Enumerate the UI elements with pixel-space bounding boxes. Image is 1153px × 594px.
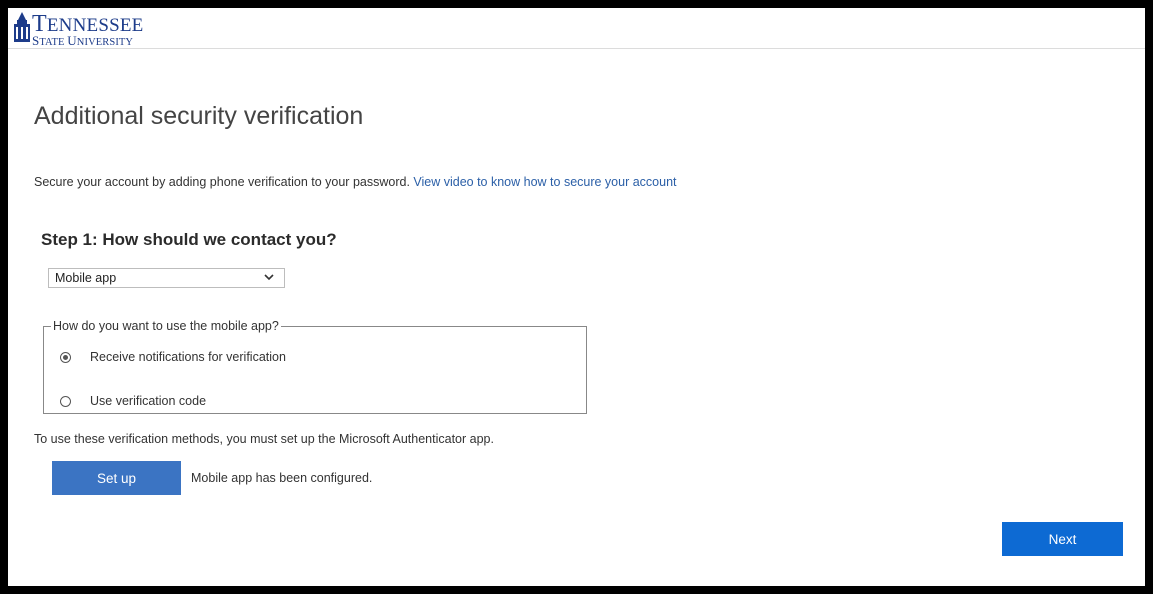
university-logo[interactable]: TENNESSEE STATE UNIVERSITY [14, 12, 143, 48]
contact-method-select[interactable]: Mobile app [48, 268, 285, 288]
tower-icon [14, 12, 30, 42]
radio-receive-notifications[interactable]: Receive notifications for verification [60, 349, 286, 365]
configuration-status: Mobile app has been configured. [191, 471, 373, 485]
intro-description: Secure your account by adding phone veri… [34, 175, 414, 189]
authenticator-note: To use these verification methods, you m… [34, 432, 494, 446]
step-title: Step 1: How should we contact you? [41, 230, 337, 249]
contact-method-value: Mobile app [55, 271, 117, 285]
setup-button[interactable]: Set up [52, 461, 181, 495]
next-button[interactable]: Next [1002, 522, 1123, 556]
chevron-down-icon [264, 274, 274, 281]
radio-label: Receive notifications for verification [90, 350, 286, 364]
intro-text: Secure your account by adding phone veri… [34, 175, 677, 189]
radio-verification-code[interactable]: Use verification code [60, 393, 206, 409]
university-name: TENNESSEE STATE UNIVERSITY [32, 11, 144, 48]
radio-label: Use verification code [90, 394, 207, 408]
mobile-app-legend: How do you want to use the mobile app? [51, 319, 281, 333]
page-title: Additional security verification [34, 102, 364, 130]
mobile-app-options: How do you want to use the mobile app? R… [43, 319, 587, 414]
browser-content: TENNESSEE STATE UNIVERSITY Additional se… [8, 8, 1145, 586]
header-bar: TENNESSEE STATE UNIVERSITY [8, 8, 1145, 49]
radio-button-selected[interactable] [60, 351, 71, 363]
video-link[interactable]: View video to know how to secure your ac… [413, 175, 676, 189]
radio-button[interactable] [60, 395, 71, 407]
